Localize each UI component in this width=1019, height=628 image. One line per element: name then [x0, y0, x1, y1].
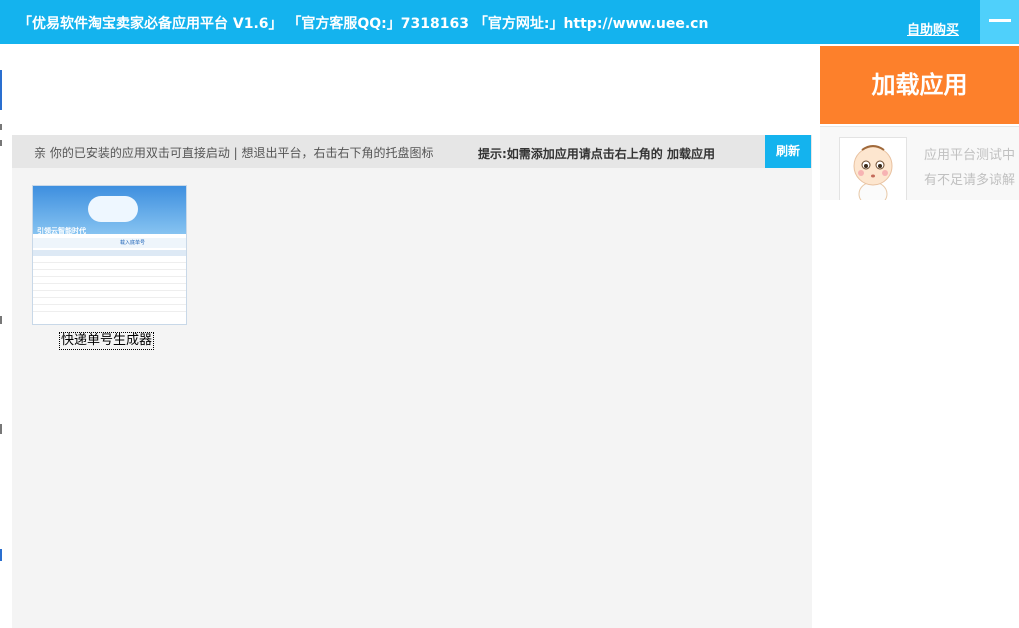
app-thumbnail: 引领云智能时代 载入底单号: [32, 185, 187, 325]
minimize-button[interactable]: [980, 0, 1019, 44]
tip-text: 提示:如需添加应用请点击右上角的 加载应用: [478, 147, 715, 161]
app-label[interactable]: 快递单号生成器: [59, 332, 155, 350]
refresh-button[interactable]: 刷新: [765, 135, 811, 168]
load-apps-button[interactable]: 加载应用: [820, 46, 1019, 124]
notice-line-2: 有不足请多谅解: [924, 173, 1016, 188]
buy-link[interactable]: 自助购买: [907, 19, 959, 38]
thumbnail-brand: 引领云智能时代: [37, 227, 86, 235]
title-bar: 「优易软件淘宝卖家必备应用平台 V1.6」 「官方客服QQ:」7318163 「…: [0, 0, 1019, 44]
notice-line-1: 应用平台测试中: [924, 148, 1016, 163]
sidebar: 加载应用 应用平台测试中 有不足请多谅解: [820, 44, 1019, 628]
cartoon-baby-avatar-icon: [839, 137, 907, 200]
hint-bar: 亲 你的已安装的应用双击可直接启动 | 想退出平台，右击右下角的托盘图标 提示:…: [12, 135, 812, 168]
hint-text: 亲 你的已安装的应用双击可直接启动 | 想退出平台，右击右下角的托盘图标: [34, 146, 434, 160]
left-edge: [0, 44, 3, 628]
app-tile[interactable]: 引领云智能时代 载入底单号 快递单号生成器: [32, 185, 188, 353]
thumbnail-search-label: 载入底单号: [120, 240, 146, 246]
notice-panel: 应用平台测试中 有不足请多谅解: [820, 126, 1019, 200]
minimize-icon: [989, 19, 1011, 22]
window-title: 「优易软件淘宝卖家必备应用平台 V1.6」 「官方客服QQ:」7318163 「…: [18, 16, 709, 32]
